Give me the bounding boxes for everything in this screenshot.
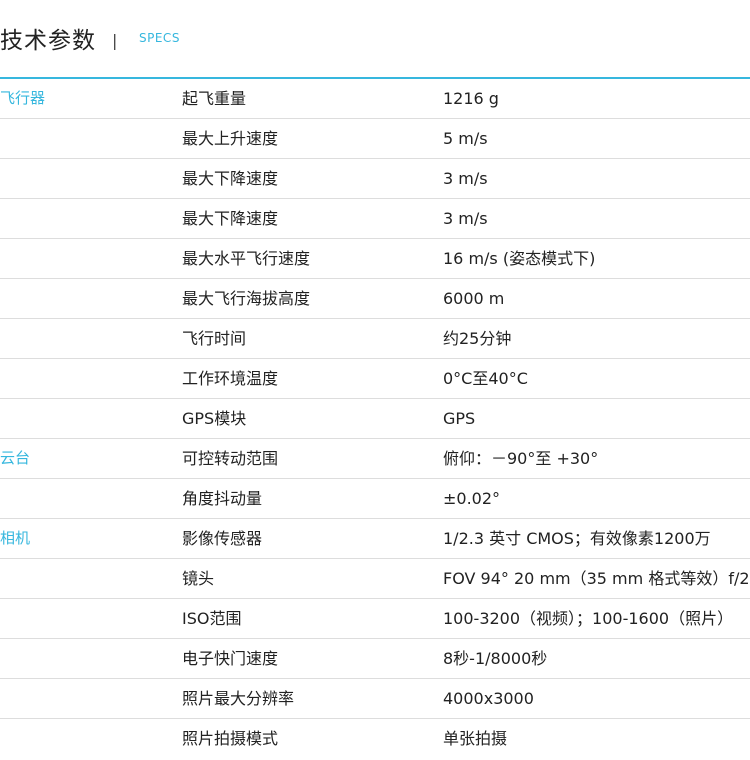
table-row: 照片拍摄模式 单张拍摄: [0, 719, 750, 759]
spec-name: 照片拍摄模式: [182, 729, 279, 748]
spec-value: ±0.02°: [443, 489, 501, 508]
spec-name: 工作环境温度: [182, 369, 279, 388]
spec-value: 3 m/s: [443, 169, 488, 188]
table-row: 镜头 FOV 94° 20 mm（35 mm 格式等效）f/2.8: [0, 559, 750, 599]
category-label: 相机: [0, 529, 31, 547]
spec-name: GPS模块: [182, 409, 247, 428]
spec-name: 起飞重量: [182, 89, 247, 108]
table-row: 角度抖动量 ±0.02°: [0, 479, 750, 519]
spec-value: 0°C至40°C: [443, 369, 528, 388]
table-row: 最大下降速度 3 m/s: [0, 199, 750, 239]
spec-value: 16 m/s (姿态模式下): [443, 249, 596, 268]
spec-name: 最大飞行海拔高度: [182, 289, 311, 308]
spec-value: GPS: [443, 409, 476, 428]
table-row: GPS模块 GPS: [0, 399, 750, 439]
spec-name: 影像传感器: [182, 529, 263, 548]
table-row: 照片最大分辨率 4000x3000: [0, 679, 750, 719]
section-header: 技术参数 | SPECS: [0, 0, 750, 79]
spec-name: ISO范围: [182, 609, 242, 628]
table-row: 最大飞行海拔高度 6000 m: [0, 279, 750, 319]
table-row: 最大下降速度 3 m/s: [0, 159, 750, 199]
spec-name: 最大下降速度: [182, 169, 279, 188]
table-row: 飞行器 起飞重量 1216 g: [0, 79, 750, 119]
specs-table: 飞行器 起飞重量 1216 g 最大上升速度 5 m/s 最大下降速度 3 m/…: [0, 79, 750, 759]
table-row: 相机 影像传感器 1/2.3 英寸 CMOS；有效像素1200万: [0, 519, 750, 559]
table-row: 最大上升速度 5 m/s: [0, 119, 750, 159]
spec-value: 约25分钟: [443, 329, 512, 348]
spec-name: 最大水平飞行速度: [182, 249, 311, 268]
table-row: 工作环境温度 0°C至40°C: [0, 359, 750, 399]
table-row: ISO范围 100-3200（视频）；100-1600（照片）: [0, 599, 750, 639]
spec-name: 镜头: [182, 569, 215, 588]
spec-name: 照片最大分辨率: [182, 689, 295, 708]
title-separator: |: [112, 31, 118, 50]
table-row: 云台 可控转动范围 俯仰：－90°至 +30°: [0, 439, 750, 479]
spec-value: 6000 m: [443, 289, 505, 308]
spec-value: 1216 g: [443, 89, 499, 108]
page-subtitle: SPECS: [139, 31, 180, 45]
spec-value: 3 m/s: [443, 209, 488, 228]
spec-name: 角度抖动量: [182, 489, 263, 508]
spec-value: 100-3200（视频）；100-1600（照片）: [443, 609, 734, 628]
spec-name: 电子快门速度: [182, 649, 279, 668]
spec-name: 可控转动范围: [182, 449, 279, 468]
spec-name: 最大上升速度: [182, 129, 279, 148]
spec-value: FOV 94° 20 mm（35 mm 格式等效）f/2.8: [443, 569, 750, 588]
spec-value: 1/2.3 英寸 CMOS；有效像素1200万: [443, 529, 711, 548]
page-title: 技术参数: [0, 28, 96, 54]
spec-value: 5 m/s: [443, 129, 488, 148]
table-row: 飞行时间 约25分钟: [0, 319, 750, 359]
table-row: 最大水平飞行速度 16 m/s (姿态模式下): [0, 239, 750, 279]
spec-value: 4000x3000: [443, 689, 534, 708]
spec-value: 单张拍摄: [443, 729, 508, 748]
spec-value: 8秒-1/8000秒: [443, 649, 548, 668]
table-row: 电子快门速度 8秒-1/8000秒: [0, 639, 750, 679]
spec-name: 飞行时间: [182, 329, 247, 348]
category-label: 云台: [0, 449, 31, 467]
spec-name: 最大下降速度: [182, 209, 279, 228]
category-label: 飞行器: [0, 89, 46, 107]
spec-value: 俯仰：－90°至 +30°: [443, 449, 599, 468]
